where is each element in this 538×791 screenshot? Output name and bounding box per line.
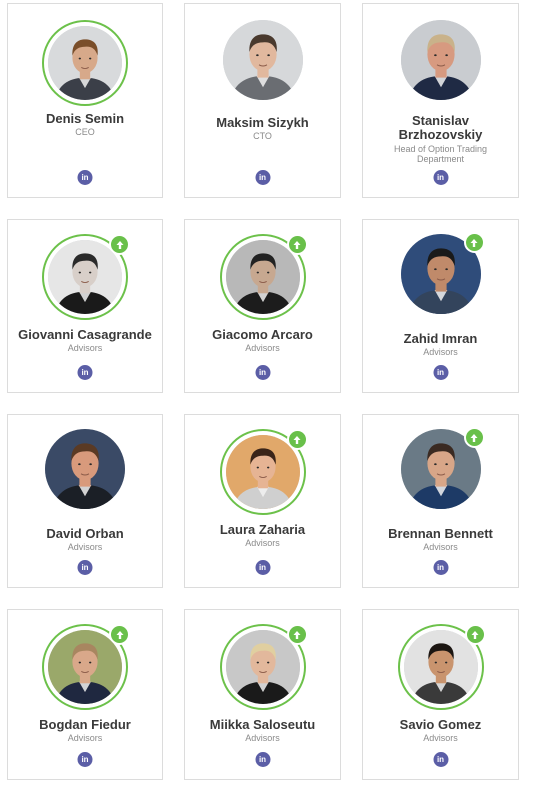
member-role: Advisors	[423, 542, 458, 552]
team-member-card[interactable]: Brennan Bennett Advisors in	[362, 414, 519, 588]
team-member-card[interactable]: Miikka Saloseutu Advisors in	[184, 609, 341, 780]
member-name: Giacomo Arcaro	[212, 327, 313, 342]
linkedin-icon[interactable]: in	[255, 752, 270, 767]
avatar	[222, 20, 303, 100]
linkedin-icon[interactable]: in	[255, 170, 270, 185]
arrow-up-icon	[286, 234, 308, 255]
linkedin-icon[interactable]: in	[77, 170, 93, 185]
avatar	[42, 234, 130, 320]
linkedin-icon[interactable]: in	[433, 560, 448, 575]
member-name: Bogdan Fiedur	[39, 717, 131, 732]
member-role: Advisors	[67, 542, 103, 552]
member-photo	[222, 20, 303, 100]
arrow-up-icon	[286, 429, 308, 450]
member-name: Giovanni Casagrande	[18, 327, 152, 342]
avatar	[400, 232, 485, 314]
member-name: Laura Zaharia	[219, 522, 306, 537]
team-member-card[interactable]: Giacomo Arcaro Advisors in	[184, 219, 341, 393]
avatar	[45, 429, 125, 509]
member-role: Head of Option Trading Department	[393, 144, 488, 164]
team-member-card[interactable]: Savio Gomez Advisors in	[362, 609, 519, 780]
avatar	[397, 624, 486, 710]
team-member-card[interactable]: Maksim Sizykh CTO in	[184, 3, 341, 198]
avatar	[219, 429, 308, 515]
member-name: Zahid Imran	[403, 331, 478, 346]
linkedin-icon[interactable]: in	[433, 170, 448, 185]
avatar	[42, 20, 128, 106]
linkedin-icon[interactable]: in	[77, 752, 93, 767]
member-photo	[400, 20, 481, 100]
linkedin-icon[interactable]: in	[255, 560, 270, 575]
arrow-up-icon	[109, 624, 130, 645]
team-member-card[interactable]: Giovanni Casagrande Advisors in	[7, 219, 163, 393]
arrow-up-icon	[463, 427, 485, 448]
member-role: Advisors	[423, 347, 458, 357]
linkedin-icon[interactable]: in	[433, 752, 448, 767]
member-name: Stanislav Brzhozovskiy	[398, 113, 483, 142]
member-name: Savio Gomez	[399, 717, 482, 732]
avatar	[42, 624, 130, 710]
member-name: Maksim Sizykh	[216, 115, 309, 130]
avatar	[219, 234, 308, 320]
member-role: Advisors	[423, 733, 458, 743]
member-name: Miikka Saloseutu	[209, 717, 316, 732]
linkedin-icon[interactable]: in	[77, 560, 93, 575]
linkedin-icon[interactable]: in	[255, 365, 270, 380]
member-role: Advisors	[245, 538, 280, 548]
team-member-card[interactable]: David Orban Advisors in	[7, 414, 163, 588]
linkedin-icon[interactable]: in	[433, 365, 448, 380]
arrow-up-icon	[463, 232, 485, 253]
team-member-card[interactable]: Denis Semin CEO in	[7, 3, 163, 198]
member-role: Advisors	[67, 733, 103, 743]
avatar	[400, 20, 481, 100]
member-photo	[45, 429, 125, 509]
team-member-card[interactable]: Bogdan Fiedur Advisors in	[7, 609, 163, 780]
member-role: Advisors	[67, 343, 103, 353]
avatar	[219, 624, 308, 710]
member-name: Denis Semin	[45, 111, 125, 126]
arrow-up-icon	[464, 624, 486, 645]
arrow-up-icon	[286, 624, 308, 645]
team-member-card[interactable]: Zahid Imran Advisors in	[362, 219, 519, 393]
linkedin-icon[interactable]: in	[77, 365, 93, 380]
member-role: Advisors	[245, 343, 280, 353]
member-photo	[48, 26, 122, 100]
member-role: Advisors	[245, 733, 280, 743]
team-member-card[interactable]: Laura Zaharia Advisors in	[184, 414, 341, 588]
team-member-card[interactable]: Stanislav Brzhozovskiy Head of Option Tr…	[362, 3, 519, 198]
arrow-up-icon	[109, 234, 130, 255]
member-name: Brennan Bennett	[388, 526, 493, 541]
member-name: David Orban	[46, 526, 124, 541]
avatar	[400, 427, 485, 509]
member-role: CTO	[253, 131, 272, 141]
member-role: CEO	[75, 127, 95, 137]
